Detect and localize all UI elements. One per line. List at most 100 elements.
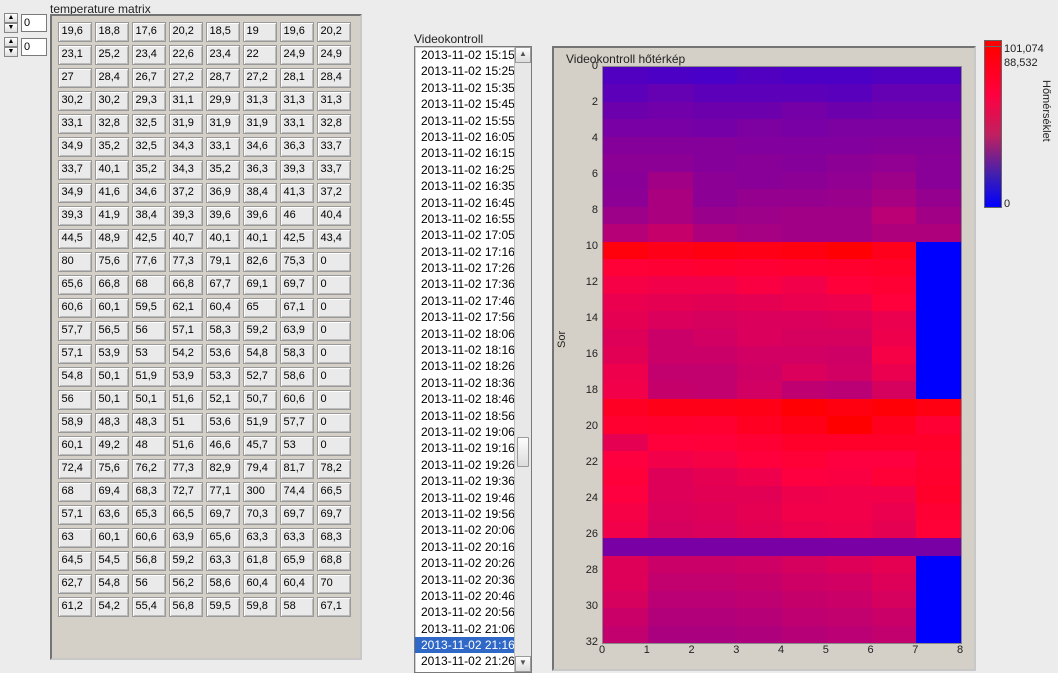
matrix-cell[interactable]: 31,1 <box>169 91 203 111</box>
matrix-cell[interactable]: 34,3 <box>169 137 203 157</box>
matrix-cell[interactable]: 74,4 <box>280 482 314 502</box>
matrix-cell[interactable]: 0 <box>317 390 351 410</box>
matrix-cell[interactable]: 19 <box>243 22 277 42</box>
matrix-cell[interactable]: 48 <box>132 436 166 456</box>
matrix-cell[interactable]: 54,8 <box>95 574 129 594</box>
matrix-cell[interactable]: 70,3 <box>243 505 277 525</box>
matrix-cell[interactable]: 68,3 <box>132 482 166 502</box>
matrix-cell[interactable]: 39,3 <box>280 160 314 180</box>
scroll-up-button[interactable]: ▲ <box>515 47 531 63</box>
matrix-cell[interactable]: 37,2 <box>169 183 203 203</box>
matrix-cell[interactable]: 76,2 <box>132 459 166 479</box>
matrix-cell[interactable]: 51,6 <box>169 390 203 410</box>
matrix-cell[interactable]: 24,9 <box>280 45 314 65</box>
matrix-cell[interactable]: 19,6 <box>58 22 92 42</box>
matrix-cell[interactable]: 18,8 <box>95 22 129 42</box>
matrix-cell[interactable]: 50,1 <box>95 390 129 410</box>
scroll-thumb[interactable] <box>517 437 529 467</box>
matrix-cell[interactable]: 39,6 <box>243 206 277 226</box>
matrix-cell[interactable]: 56 <box>58 390 92 410</box>
matrix-cell[interactable]: 58,6 <box>206 574 240 594</box>
matrix-cell[interactable]: 75,6 <box>95 459 129 479</box>
matrix-cell[interactable]: 28,1 <box>280 68 314 88</box>
spinner-down[interactable]: ▼ <box>4 23 18 33</box>
matrix-cell[interactable]: 63,6 <box>95 505 129 525</box>
matrix-cell[interactable]: 60,1 <box>58 436 92 456</box>
matrix-cell[interactable]: 58,6 <box>280 367 314 387</box>
matrix-cell[interactable]: 56,8 <box>132 551 166 571</box>
matrix-cell[interactable]: 23,1 <box>58 45 92 65</box>
matrix-cell[interactable]: 48,9 <box>95 229 129 249</box>
matrix-cell[interactable]: 19,6 <box>280 22 314 42</box>
matrix-cell[interactable]: 35,2 <box>95 137 129 157</box>
matrix-cell[interactable]: 57,7 <box>280 413 314 433</box>
matrix-cell[interactable]: 39,3 <box>58 206 92 226</box>
matrix-cell[interactable]: 70 <box>317 574 351 594</box>
matrix-cell[interactable]: 31,3 <box>280 91 314 111</box>
matrix-cell[interactable]: 51 <box>169 413 203 433</box>
matrix-cell[interactable]: 60,4 <box>243 574 277 594</box>
matrix-cell[interactable]: 39,6 <box>206 206 240 226</box>
matrix-cell[interactable]: 72,7 <box>169 482 203 502</box>
matrix-cell[interactable]: 51,6 <box>169 436 203 456</box>
matrix-cell[interactable]: 17,6 <box>132 22 166 42</box>
matrix-cell[interactable]: 35,2 <box>132 160 166 180</box>
matrix-cell[interactable]: 40,1 <box>95 160 129 180</box>
matrix-cell[interactable]: 53,9 <box>95 344 129 364</box>
matrix-cell[interactable]: 18,5 <box>206 22 240 42</box>
list-item[interactable]: 2013-11-02 19:26 <box>415 457 515 473</box>
list-item[interactable]: 2013-11-02 16:25 <box>415 162 515 178</box>
matrix-cell[interactable]: 38,4 <box>132 206 166 226</box>
matrix-cell[interactable]: 22,6 <box>169 45 203 65</box>
matrix-cell[interactable]: 61,2 <box>58 597 92 617</box>
matrix-cell[interactable]: 56,2 <box>169 574 203 594</box>
matrix-cell[interactable]: 33,7 <box>58 160 92 180</box>
list-item[interactable]: 2013-11-02 20:16 <box>415 539 515 555</box>
matrix-cell[interactable]: 63,9 <box>280 321 314 341</box>
matrix-cell[interactable]: 38,4 <box>243 183 277 203</box>
matrix-cell[interactable]: 61,8 <box>243 551 277 571</box>
matrix-cell[interactable]: 48,3 <box>132 413 166 433</box>
matrix-cell[interactable]: 51,9 <box>132 367 166 387</box>
matrix-cell[interactable]: 27,2 <box>169 68 203 88</box>
matrix-cell[interactable]: 75,3 <box>280 252 314 272</box>
list-item[interactable]: 2013-11-02 18:26 <box>415 358 515 374</box>
matrix-cell[interactable]: 36,3 <box>243 160 277 180</box>
list-item[interactable]: 2013-11-02 16:45 <box>415 195 515 211</box>
matrix-cell[interactable]: 81,7 <box>280 459 314 479</box>
matrix-cell[interactable]: 46 <box>280 206 314 226</box>
spinner-up[interactable]: ▲ <box>4 13 18 23</box>
list-item[interactable]: 2013-11-02 18:06 <box>415 326 515 342</box>
matrix-cell[interactable]: 26,7 <box>132 68 166 88</box>
matrix-cell[interactable]: 53,6 <box>206 344 240 364</box>
matrix-cell[interactable]: 54,8 <box>58 367 92 387</box>
matrix-cell[interactable]: 60,6 <box>132 528 166 548</box>
matrix-cell[interactable]: 79,1 <box>206 252 240 272</box>
list-item[interactable]: 2013-11-02 16:15 <box>415 145 515 161</box>
matrix-cell[interactable]: 64,5 <box>58 551 92 571</box>
matrix-cell[interactable]: 68,8 <box>317 551 351 571</box>
matrix-cell[interactable]: 36,3 <box>280 137 314 157</box>
matrix-cell[interactable]: 53 <box>280 436 314 456</box>
matrix-cell[interactable]: 54,5 <box>95 551 129 571</box>
list-item[interactable]: 2013-11-02 16:35 <box>415 178 515 194</box>
matrix-cell[interactable]: 0 <box>317 252 351 272</box>
matrix-cell[interactable]: 30,2 <box>58 91 92 111</box>
matrix-cell[interactable]: 37,2 <box>317 183 351 203</box>
matrix-cell[interactable]: 60,4 <box>280 574 314 594</box>
matrix-cell[interactable]: 28,7 <box>206 68 240 88</box>
matrix-cell[interactable]: 58,3 <box>280 344 314 364</box>
matrix-cell[interactable]: 53,3 <box>206 367 240 387</box>
matrix-cell[interactable]: 34,6 <box>132 183 166 203</box>
matrix-cell[interactable]: 0 <box>317 413 351 433</box>
matrix-cell[interactable]: 46,6 <box>206 436 240 456</box>
list-item[interactable]: 2013-11-02 15:15 <box>415 47 515 63</box>
matrix-cell[interactable]: 24,9 <box>317 45 351 65</box>
matrix-cell[interactable]: 20,2 <box>317 22 351 42</box>
row-index-spinner[interactable]: ▲▼ <box>4 14 44 32</box>
matrix-cell[interactable]: 60,1 <box>95 528 129 548</box>
matrix-cell[interactable]: 54,8 <box>243 344 277 364</box>
matrix-cell[interactable]: 59,5 <box>132 298 166 318</box>
matrix-cell[interactable]: 68 <box>132 275 166 295</box>
matrix-cell[interactable]: 50,1 <box>95 367 129 387</box>
